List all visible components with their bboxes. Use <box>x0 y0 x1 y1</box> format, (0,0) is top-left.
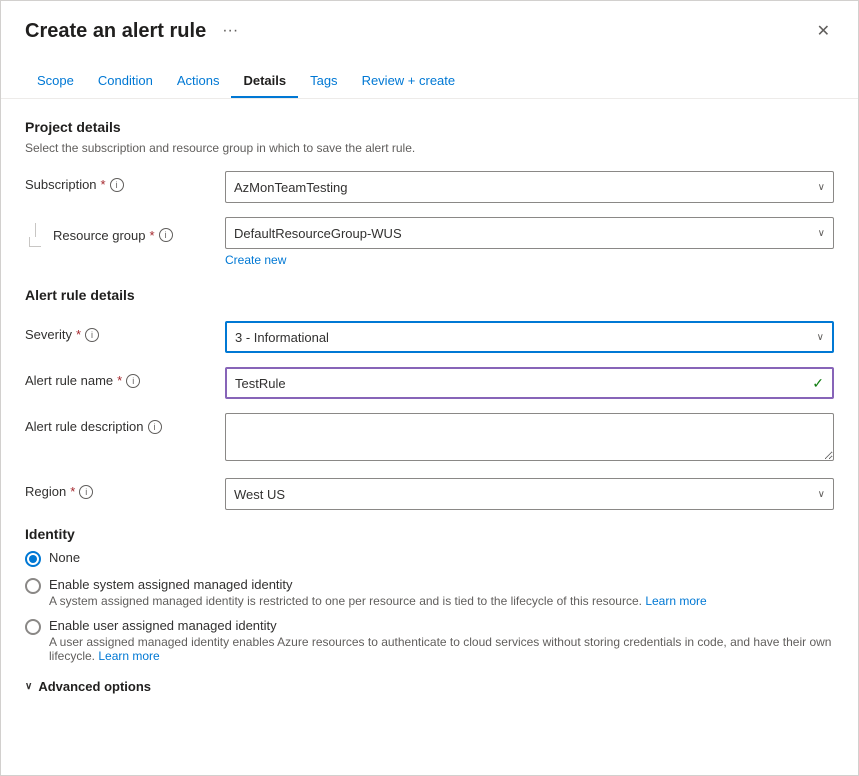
subscription-required: * <box>101 177 106 192</box>
tab-review-create[interactable]: Review + create <box>350 65 468 98</box>
region-label: Region * i <box>25 478 225 499</box>
alert-rule-desc-textarea[interactable] <box>225 413 834 461</box>
resource-group-chevron-icon: ∨ <box>818 228 825 239</box>
advanced-options-label: Advanced options <box>38 679 151 694</box>
tab-actions[interactable]: Actions <box>165 65 232 98</box>
tab-scope[interactable]: Scope <box>25 65 86 98</box>
severity-control: 3 - Informational ∨ <box>225 321 834 353</box>
resource-group-dropdown[interactable]: DefaultResourceGroup-WUS ∨ <box>225 217 834 249</box>
project-details-title: Project details <box>25 119 834 135</box>
identity-user-assigned-radio[interactable] <box>25 619 41 635</box>
resource-group-control: DefaultResourceGroup-WUS ∨ Create new <box>225 217 834 267</box>
identity-none-item: None <box>25 550 834 567</box>
identity-system-assigned-desc: A system assigned managed identity is re… <box>49 594 707 608</box>
subscription-chevron-icon: ∨ <box>818 182 825 193</box>
subscription-label: Subscription * i <box>25 171 225 192</box>
identity-none-label: None <box>49 550 80 565</box>
tab-condition[interactable]: Condition <box>86 65 165 98</box>
identity-user-assigned-content: Enable user assigned managed identity A … <box>49 618 834 663</box>
alert-rule-name-valid-icon: ✓ <box>812 375 824 392</box>
alert-rule-name-control: TestRule ✓ <box>225 367 834 399</box>
identity-system-assigned-item: Enable system assigned managed identity … <box>25 577 834 608</box>
identity-user-assigned-label: Enable user assigned managed identity <box>49 618 834 633</box>
severity-label: Severity * i <box>25 321 225 342</box>
severity-chevron-icon: ∨ <box>817 332 824 343</box>
identity-system-assigned-label: Enable system assigned managed identity <box>49 577 707 592</box>
project-details-desc: Select the subscription and resource gro… <box>25 141 834 155</box>
create-alert-rule-modal: Create an alert rule ··· ✕ Scope Conditi… <box>0 0 859 776</box>
identity-user-assigned-desc: A user assigned managed identity enables… <box>49 635 834 663</box>
identity-system-assigned-radio[interactable] <box>25 578 41 594</box>
alert-rule-name-group: Alert rule name * i TestRule ✓ <box>25 367 834 399</box>
identity-title: Identity <box>25 526 834 542</box>
alert-rule-desc-control <box>225 413 834 464</box>
close-button[interactable]: ✕ <box>813 17 834 45</box>
modal-title: Create an alert rule <box>25 20 206 43</box>
alert-rule-name-label: Alert rule name * i <box>25 367 225 388</box>
advanced-options-toggle[interactable]: ∨ Advanced options <box>25 679 834 694</box>
identity-user-assigned-item: Enable user assigned managed identity A … <box>25 618 834 663</box>
alert-rule-name-input[interactable]: TestRule ✓ <box>225 367 834 399</box>
alert-rule-desc-group: Alert rule description i <box>25 413 834 464</box>
subscription-control: AzMonTeamTesting ∨ <box>225 171 834 203</box>
alert-rule-name-required: * <box>117 373 122 388</box>
modal-header: Create an alert rule ··· ✕ <box>1 1 858 45</box>
navigation-tabs: Scope Condition Actions Details Tags Rev… <box>1 53 858 99</box>
tab-tags[interactable]: Tags <box>298 65 349 98</box>
modal-ellipsis[interactable]: ··· <box>222 22 238 40</box>
region-required: * <box>70 484 75 499</box>
resource-group-required: * <box>150 228 155 243</box>
region-chevron-icon: ∨ <box>818 489 825 500</box>
subscription-dropdown[interactable]: AzMonTeamTesting ∨ <box>225 171 834 203</box>
region-group: Region * i West US ∨ <box>25 478 834 510</box>
identity-radio-group: None Enable system assigned managed iden… <box>25 550 834 663</box>
identity-system-assigned-content: Enable system assigned managed identity … <box>49 577 707 608</box>
alert-rule-name-info-icon[interactable]: i <box>126 374 140 388</box>
region-info-icon[interactable]: i <box>79 485 93 499</box>
create-new-link[interactable]: Create new <box>225 253 286 267</box>
alert-rule-details-title: Alert rule details <box>25 287 834 303</box>
region-dropdown[interactable]: West US ∨ <box>225 478 834 510</box>
tab-details[interactable]: Details <box>231 65 298 98</box>
subscription-group: Subscription * i AzMonTeamTesting ∨ <box>25 171 834 203</box>
project-details-section: Project details Select the subscription … <box>25 119 834 267</box>
region-control: West US ∨ <box>225 478 834 510</box>
resource-group-label-area: Resource group * i <box>25 217 225 247</box>
identity-user-assigned-learn-more[interactable]: Learn more <box>98 649 159 663</box>
severity-required: * <box>76 327 81 342</box>
alert-rule-desc-label: Alert rule description i <box>25 413 225 434</box>
resource-group-info-icon[interactable]: i <box>159 228 173 242</box>
advanced-options-chevron-icon: ∨ <box>25 681 32 692</box>
identity-none-radio[interactable] <box>25 551 41 567</box>
resource-group-group: Resource group * i DefaultResourceGroup-… <box>25 217 834 267</box>
identity-system-assigned-learn-more[interactable]: Learn more <box>645 594 706 608</box>
main-content: Project details Select the subscription … <box>1 99 858 714</box>
severity-dropdown[interactable]: 3 - Informational ∨ <box>225 321 834 353</box>
identity-section: Identity None Enable system assigned man… <box>25 526 834 663</box>
alert-rule-desc-info-icon[interactable]: i <box>148 420 162 434</box>
severity-group: Severity * i 3 - Informational ∨ <box>25 321 834 353</box>
severity-info-icon[interactable]: i <box>85 328 99 342</box>
subscription-info-icon[interactable]: i <box>110 178 124 192</box>
alert-rule-details-section: Alert rule details Severity * i 3 - Info… <box>25 287 834 510</box>
